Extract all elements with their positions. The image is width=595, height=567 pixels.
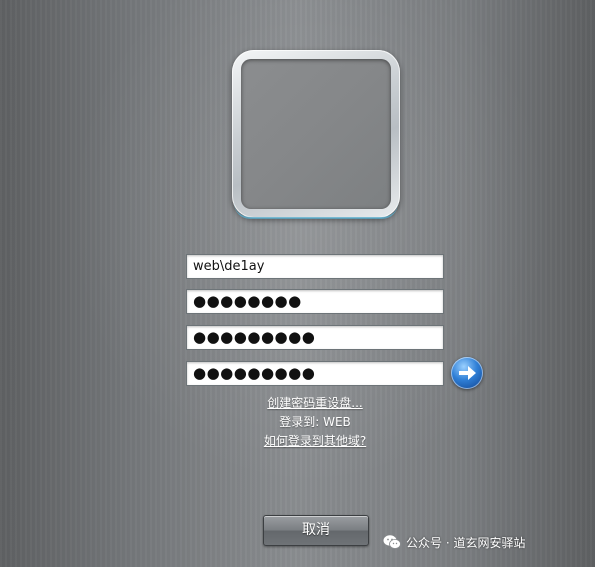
logon-to-label: 登录到: WEB xyxy=(279,415,351,429)
wechat-icon xyxy=(383,535,401,549)
new-password-field[interactable]: ●●●●●●●●● xyxy=(186,325,444,350)
user-avatar-placeholder xyxy=(241,59,391,209)
how-to-logon-other-domain-link[interactable]: 如何登录到其他域? xyxy=(264,434,366,448)
submit-button[interactable] xyxy=(451,357,483,389)
cancel-button[interactable]: 取消 xyxy=(263,515,369,546)
watermark: 公众号 · 道玄网安驿站 xyxy=(383,534,525,552)
create-password-reset-disk-link[interactable]: 创建密码重设盘... xyxy=(267,396,362,410)
user-tile xyxy=(232,50,400,219)
watermark-text: 公众号 · 道玄网安驿站 xyxy=(406,536,526,550)
password-field[interactable]: ●●●●●●●● xyxy=(186,289,444,314)
username-field[interactable]: web\de1ay xyxy=(186,254,444,279)
confirm-password-field[interactable]: ●●●●●●●●● xyxy=(186,361,444,386)
arrow-right-icon xyxy=(459,366,476,380)
